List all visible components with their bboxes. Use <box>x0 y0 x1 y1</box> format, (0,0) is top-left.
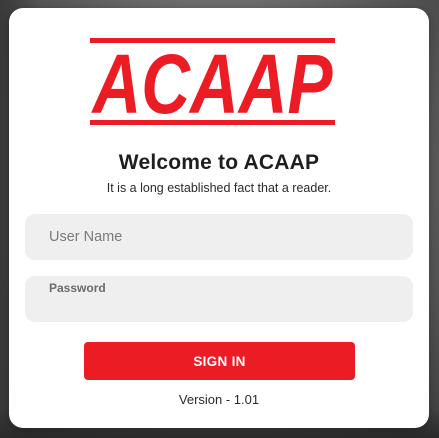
username-input[interactable] <box>25 214 413 260</box>
acaap-logo: ACAAP <box>90 38 335 126</box>
page-subtitle: It is a long established fact that a rea… <box>106 181 332 195</box>
password-label: Password <box>49 281 106 295</box>
page-title: Welcome to ACAAP <box>118 151 320 174</box>
logo-text: ACAAP <box>91 38 333 126</box>
password-field[interactable]: Password <box>25 276 413 322</box>
password-input[interactable] <box>49 298 397 318</box>
login-card: ACAAP Welcome to ACAAP It is a long esta… <box>9 8 429 428</box>
version-text: Version - 1.01 <box>178 392 260 407</box>
sign-in-button[interactable]: SIGN IN <box>84 342 355 380</box>
